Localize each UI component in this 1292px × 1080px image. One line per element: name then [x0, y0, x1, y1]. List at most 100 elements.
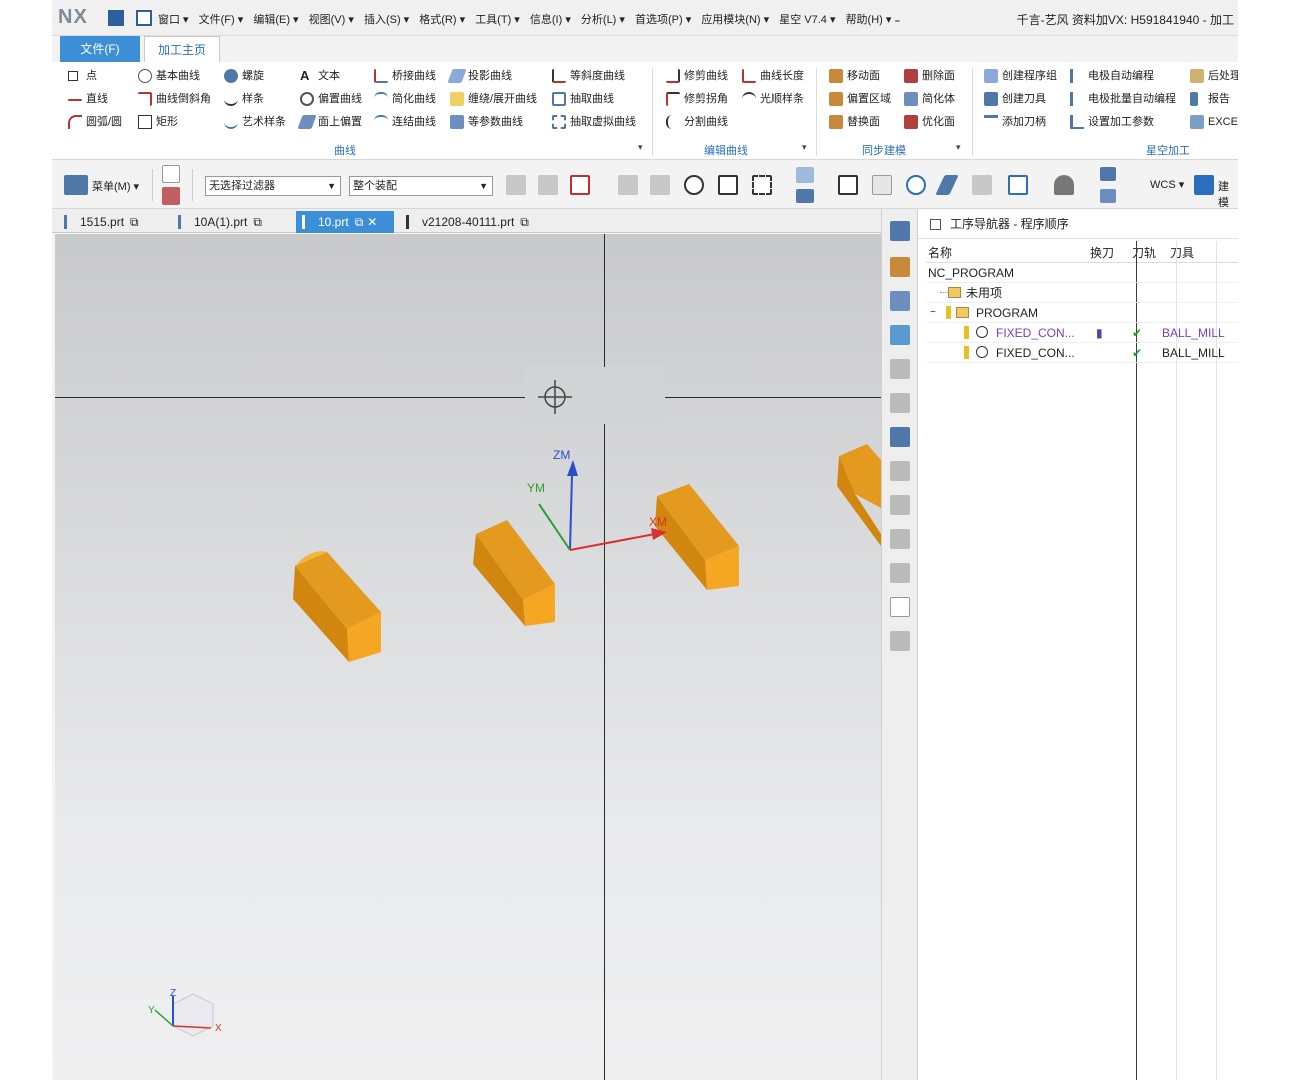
ribbon-join-curve[interactable]: 连结曲线 [372, 112, 436, 132]
process-studio-icon[interactable] [890, 529, 910, 549]
menu-button[interactable]: 菜单(M) ▾ [92, 178, 139, 194]
snap-cube-icon[interactable] [506, 175, 526, 195]
menu-application[interactable]: 应用模块(N) ▾ [701, 14, 769, 26]
shaded-view-icon[interactable] [796, 167, 814, 183]
history-icon[interactable] [890, 461, 910, 481]
cube-view-icon[interactable] [796, 189, 814, 203]
nav-row-operation-2[interactable]: FIXED_CON... ✔ BALL_MILL [926, 343, 1238, 363]
box-select-icon[interactable] [752, 175, 772, 195]
menu-edit[interactable]: 编辑(E) ▾ [253, 14, 298, 26]
rotate-icon[interactable] [906, 175, 926, 195]
ribbon-electrode-auto[interactable]: 电极自动编程 [1068, 66, 1154, 86]
machining-method-icon[interactable] [890, 291, 910, 311]
ribbon-electrode-batch[interactable]: 电极批量自动编程 [1068, 89, 1176, 109]
part-navigator-icon[interactable] [890, 393, 910, 413]
gear-tool-icon[interactable] [162, 187, 180, 205]
ribbon-extract-virtual[interactable]: 抽取虚拟曲线 [550, 112, 636, 132]
zoom-window-icon[interactable] [872, 175, 892, 195]
wcs-button[interactable]: WCS ▾ [1150, 178, 1184, 191]
operation-navigator-icon[interactable] [890, 221, 910, 241]
perspective-icon[interactable] [972, 175, 992, 195]
orient-view-icon[interactable] [1008, 175, 1028, 195]
window-icon[interactable] [136, 10, 152, 26]
col-name[interactable]: 名称 [928, 244, 952, 261]
selection-filter-select[interactable]: 无选择过滤器 ▼ [205, 176, 341, 196]
ribbon-offset-region[interactable]: 偏置区域 [827, 89, 891, 109]
nav-row-nc-program[interactable]: NC_PROGRAM [926, 263, 1238, 283]
restore-icon[interactable]: ⧉ [520, 215, 529, 229]
snap-center-icon[interactable] [684, 175, 704, 195]
render-style-icon[interactable] [1054, 175, 1074, 195]
ribbon-create-tool[interactable]: 创建刀具 [982, 89, 1046, 109]
ribbon-offset-in-face[interactable]: 面上偏置 [297, 112, 362, 132]
ribbon-project-curve[interactable]: 投影曲线 [447, 66, 512, 86]
ribbon-optimize-face[interactable]: 优化面 [902, 112, 955, 132]
group-curve-expand[interactable]: ▾ [638, 142, 643, 153]
col-tool[interactable]: 刀具 [1170, 244, 1194, 261]
menu-file[interactable]: 文件(F) ▾ [199, 14, 244, 26]
tm-icon[interactable] [162, 165, 180, 183]
ribbon-add-holder[interactable]: 添加刀柄 [982, 112, 1046, 132]
system-materials-icon[interactable] [890, 495, 910, 515]
wcs-cube-icon[interactable] [1100, 167, 1116, 181]
ribbon-studio-spline[interactable]: 艺术样条 [222, 112, 286, 132]
doc-tab-v21208[interactable]: v21208-40111.prt ⧉ [400, 211, 546, 233]
ribbon-replace-face[interactable]: 替换面 [827, 112, 880, 132]
snap-quadrant-icon[interactable] [718, 175, 738, 195]
menu-tools[interactable]: 工具(T) ▾ [475, 14, 520, 26]
ribbon-spline[interactable]: 样条 [222, 89, 264, 109]
nav-row-unused[interactable]: 未用项 [926, 283, 1238, 303]
ribbon-trim-corner[interactable]: 修剪拐角 [664, 89, 728, 109]
ribbon-create-program-group[interactable]: 创建程序组 [982, 66, 1057, 86]
view-triad[interactable]: Z X Y [148, 988, 222, 1037]
menu-insert[interactable]: 插入(S) ▾ [364, 14, 409, 26]
ribbon-wrap-curve[interactable]: 缠绕/展开曲线 [448, 89, 537, 109]
snap-midpoint-icon[interactable] [650, 175, 670, 195]
orange-part-3[interactable] [655, 484, 739, 590]
snap-arrow-icon[interactable] [538, 175, 558, 195]
assembly-navigator-icon[interactable] [890, 427, 910, 447]
tab-file[interactable]: 文件(F) [60, 36, 140, 62]
ribbon-point[interactable]: 点 [66, 66, 97, 86]
doc-tab-1515[interactable]: 1515.prt ⧉ [58, 211, 164, 233]
doc-tab-10-active[interactable]: 10.prt ⧉ ✕ [296, 211, 394, 233]
snap-endpoint-icon[interactable] [618, 175, 638, 195]
pan-icon[interactable] [935, 175, 959, 195]
tab-machining-home[interactable]: 加工主页 [144, 36, 220, 62]
collapse-icon[interactable]: − [930, 303, 936, 323]
ribbon-extract-curve[interactable]: 抽取曲线 [550, 89, 614, 109]
ribbon-offset-curve[interactable]: 偏置曲线 [298, 89, 362, 109]
ribbon-bridge-curve[interactable]: 桥接曲线 [372, 66, 436, 86]
group-edit-expand[interactable]: ▾ [802, 142, 807, 153]
reuse-library-icon[interactable] [890, 359, 910, 379]
orange-part-1[interactable] [293, 551, 381, 662]
ribbon-move-face[interactable]: 移动面 [827, 66, 880, 86]
ribbon-delete-face[interactable]: 删除面 [902, 66, 955, 86]
ribbon-curve-length[interactable]: 曲线长度 [740, 66, 804, 86]
restore-icon[interactable]: ⧉ [355, 215, 364, 229]
ribbon-simplify-body[interactable]: 简化体 [902, 89, 955, 109]
web-browser-icon[interactable] [890, 631, 910, 651]
menu-view[interactable]: 视图(V) ▾ [309, 14, 354, 26]
menu-analysis[interactable]: 分析(L) ▾ [581, 14, 625, 26]
fit-view-icon[interactable] [838, 175, 858, 195]
ribbon-arc[interactable]: 圆弧/圆 [66, 112, 122, 132]
orange-part-4[interactable] [837, 444, 881, 546]
menu-xingkong[interactable]: 星空 V7.4 ▾ [779, 14, 835, 26]
restore-icon[interactable]: ⧉ [130, 215, 139, 229]
menu-icon[interactable] [64, 175, 88, 195]
ribbon-divide-curve[interactable]: 分割曲线 [664, 112, 728, 132]
assembly-scope-select[interactable]: 整个装配 ▼ [349, 176, 493, 196]
ribbon-chamfer[interactable]: 曲线倒斜角 [136, 89, 211, 109]
navigator-checkbox[interactable] [930, 219, 941, 230]
nav-row-program[interactable]: − PROGRAM [926, 303, 1238, 323]
menu-info[interactable]: 信息(I) ▾ [530, 14, 571, 26]
group-sync-expand[interactable]: ▾ [956, 142, 961, 153]
menu-help[interactable]: 帮助(H) ▾ ₌ [846, 14, 901, 26]
select-point-icon[interactable] [570, 175, 590, 195]
ribbon-basic-curve[interactable]: 基本曲线 [136, 66, 200, 86]
wcs-orient-icon[interactable] [1100, 189, 1116, 203]
blank-panel-icon[interactable] [890, 597, 910, 617]
doc-tab-10a1[interactable]: 10A(1).prt ⧉ [172, 211, 288, 233]
ribbon-text[interactable]: A 文本 [298, 66, 340, 86]
